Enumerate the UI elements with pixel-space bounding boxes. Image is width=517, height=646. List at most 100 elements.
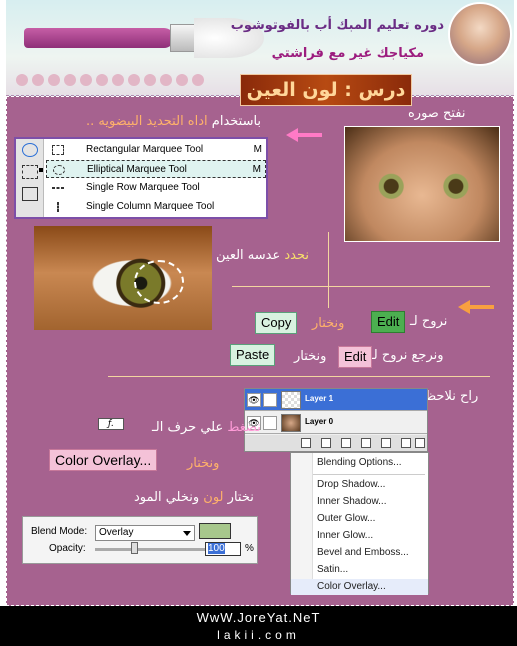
menu-item-blending-options[interactable]: Blending Options... bbox=[291, 455, 428, 471]
tool-item-shortcut: M bbox=[253, 144, 262, 155]
row-marquee-icon bbox=[52, 187, 64, 189]
step-open-image: نفتح صوره bbox=[408, 106, 466, 121]
folder-icon[interactable] bbox=[381, 438, 391, 448]
makeup-brush-icon bbox=[24, 28, 174, 48]
step-choose-color-highlight: لون bbox=[203, 490, 224, 505]
step-press-highlight: نضغط bbox=[227, 420, 261, 435]
step-choose-color-a: نختار bbox=[227, 490, 254, 505]
crop-icon[interactable] bbox=[22, 187, 38, 201]
layers-panel: 👁 Layer 1 👁 Layer 0 bbox=[244, 388, 428, 452]
step-using-tool: باستخدام اداه التحديد البيضويه .. bbox=[86, 114, 261, 129]
divider-vertical bbox=[328, 232, 329, 308]
blend-mode-value: Overlay bbox=[99, 527, 134, 538]
divider bbox=[232, 286, 490, 287]
tool-item-single-row[interactable]: Single Row Marquee Tool bbox=[46, 179, 266, 197]
step-press-text: علي حرف الـ bbox=[152, 420, 224, 435]
step-press-fx: نضغط علي حرف الـ bbox=[152, 420, 261, 435]
tool-item-single-column[interactable]: Single Column Marquee Tool bbox=[46, 198, 266, 216]
toolbox-strip bbox=[16, 139, 44, 217]
ellipse-marquee-icon[interactable] bbox=[22, 143, 38, 157]
step-go-to: نروح لـ bbox=[410, 314, 448, 329]
opacity-slider-track[interactable] bbox=[95, 548, 207, 551]
menu-item-inner-shadow[interactable]: Inner Shadow... bbox=[291, 494, 428, 510]
tool-item-elliptical[interactable]: Elliptical Marquee Tool M bbox=[39, 160, 266, 178]
step-using-tool-highlight: اداه التحديد البيضويه .. bbox=[86, 114, 208, 129]
trash-icon[interactable] bbox=[415, 438, 425, 448]
header-title: دوره تعليم المبك أب بالفوتوشوب bbox=[230, 18, 444, 33]
opacity-input[interactable]: 100 bbox=[205, 542, 241, 556]
step-choose-color: نختار لون ونخلي المود bbox=[134, 490, 254, 505]
layer-thumbnail bbox=[281, 391, 301, 409]
layers-bottom-bar bbox=[245, 435, 427, 451]
layer-name: Layer 0 bbox=[305, 417, 334, 426]
ellipse-marquee-icon bbox=[53, 165, 65, 175]
tool-item-shortcut: M bbox=[252, 164, 261, 175]
column-marquee-icon bbox=[57, 202, 59, 212]
fx-icon[interactable]: ƒ. bbox=[98, 418, 124, 430]
step-using-tool-prefix: باستخدام bbox=[211, 114, 262, 129]
eye-closeup-photo bbox=[34, 226, 212, 330]
divider bbox=[108, 376, 490, 377]
tool-item-label: Rectangular Marquee Tool bbox=[86, 144, 204, 155]
menu-item-bevel-emboss[interactable]: Bevel and Emboss... bbox=[291, 545, 428, 561]
blend-mode-select[interactable]: Overlay bbox=[95, 525, 195, 541]
eye-visibility-icon[interactable]: 👁 bbox=[247, 393, 261, 407]
rect-marquee-icon bbox=[52, 145, 64, 155]
edit-menu-button[interactable]: Edit bbox=[371, 311, 406, 333]
layer-row[interactable]: 👁 Layer 0 bbox=[245, 412, 427, 434]
layer-row[interactable]: 👁 Layer 1 bbox=[245, 389, 427, 411]
footer-site-1[interactable]: WwW.JoreYat.NeT bbox=[0, 610, 517, 625]
girl-photo bbox=[344, 126, 500, 242]
link-layers-icon[interactable] bbox=[301, 438, 311, 448]
tool-item-label: Elliptical Marquee Tool bbox=[87, 164, 187, 175]
opacity-label: Opacity: bbox=[49, 543, 86, 554]
marquee-tool-menu: Rectangular Marquee Tool M Elliptical Ma… bbox=[14, 137, 268, 219]
menu-item-drop-shadow[interactable]: Drop Shadow... bbox=[291, 477, 428, 493]
opacity-slider-handle[interactable] bbox=[131, 542, 138, 554]
chevron-down-icon bbox=[183, 531, 191, 536]
menu-item-outer-glow[interactable]: Outer Glow... bbox=[291, 511, 428, 527]
footer-site-2[interactable]: lakii.com bbox=[0, 628, 517, 642]
fx-icon[interactable] bbox=[321, 438, 331, 448]
edit-menu-button[interactable]: Edit bbox=[338, 346, 373, 368]
layer-thumbnail bbox=[281, 414, 301, 432]
menu-item-satin[interactable]: Satin... bbox=[291, 562, 428, 578]
menu-item-color-overlay[interactable]: Color Overlay... bbox=[291, 579, 428, 595]
elliptical-selection bbox=[134, 260, 184, 304]
layer-name: Layer 1 bbox=[305, 394, 334, 403]
blend-mode-label: Blend Mode: bbox=[31, 526, 88, 537]
adjustment-icon[interactable] bbox=[361, 438, 371, 448]
tool-item-label: Single Column Marquee Tool bbox=[86, 201, 215, 212]
step-select-lens-highlight: نحدد bbox=[284, 248, 310, 263]
opacity-unit: % bbox=[245, 543, 254, 554]
lesson-title: درس : لون العين bbox=[240, 74, 412, 106]
header-portrait bbox=[448, 2, 512, 66]
new-layer-icon[interactable] bbox=[401, 438, 411, 448]
step-choose-overlay: ونختار bbox=[187, 456, 220, 471]
blend-settings-panel: Blend Mode: Overlay Opacity: 100 % bbox=[22, 516, 258, 564]
lasso-icon[interactable] bbox=[22, 165, 38, 179]
brush-link-icon[interactable] bbox=[263, 393, 277, 407]
step-choose: ونختار bbox=[312, 316, 345, 331]
copy-button[interactable]: Copy bbox=[255, 312, 298, 334]
mask-icon[interactable] bbox=[341, 438, 351, 448]
footer: WwW.JoreYat.NeT lakii.com bbox=[0, 606, 517, 646]
arrow-left-icon bbox=[458, 300, 494, 314]
color-overlay-button[interactable]: Color Overlay... bbox=[49, 449, 158, 471]
brush-link-icon[interactable] bbox=[263, 416, 277, 430]
step-choose: ونختار bbox=[294, 349, 327, 364]
step-return-to: ونرجع نروح لـ bbox=[370, 348, 444, 363]
step-select-lens-text: عدسه العين bbox=[216, 248, 281, 263]
overlay-color-swatch[interactable] bbox=[199, 523, 231, 539]
menu-item-inner-glow[interactable]: Inner Glow... bbox=[291, 528, 428, 544]
opacity-value: 100 bbox=[208, 543, 225, 554]
paste-button[interactable]: Paste bbox=[230, 344, 276, 366]
tool-item-rectangular[interactable]: Rectangular Marquee Tool M bbox=[46, 141, 266, 159]
step-choose-color-b: ونخلي المود bbox=[134, 490, 200, 505]
selected-bullet bbox=[39, 168, 43, 172]
tool-item-label: Single Row Marquee Tool bbox=[86, 182, 200, 193]
layer-style-menu: Blending Options... Drop Shadow... Inner… bbox=[290, 452, 429, 595]
arrow-left-icon bbox=[286, 128, 322, 142]
step-select-lens: نحدد عدسه العين bbox=[216, 248, 309, 263]
brush-ferrule bbox=[170, 24, 196, 52]
